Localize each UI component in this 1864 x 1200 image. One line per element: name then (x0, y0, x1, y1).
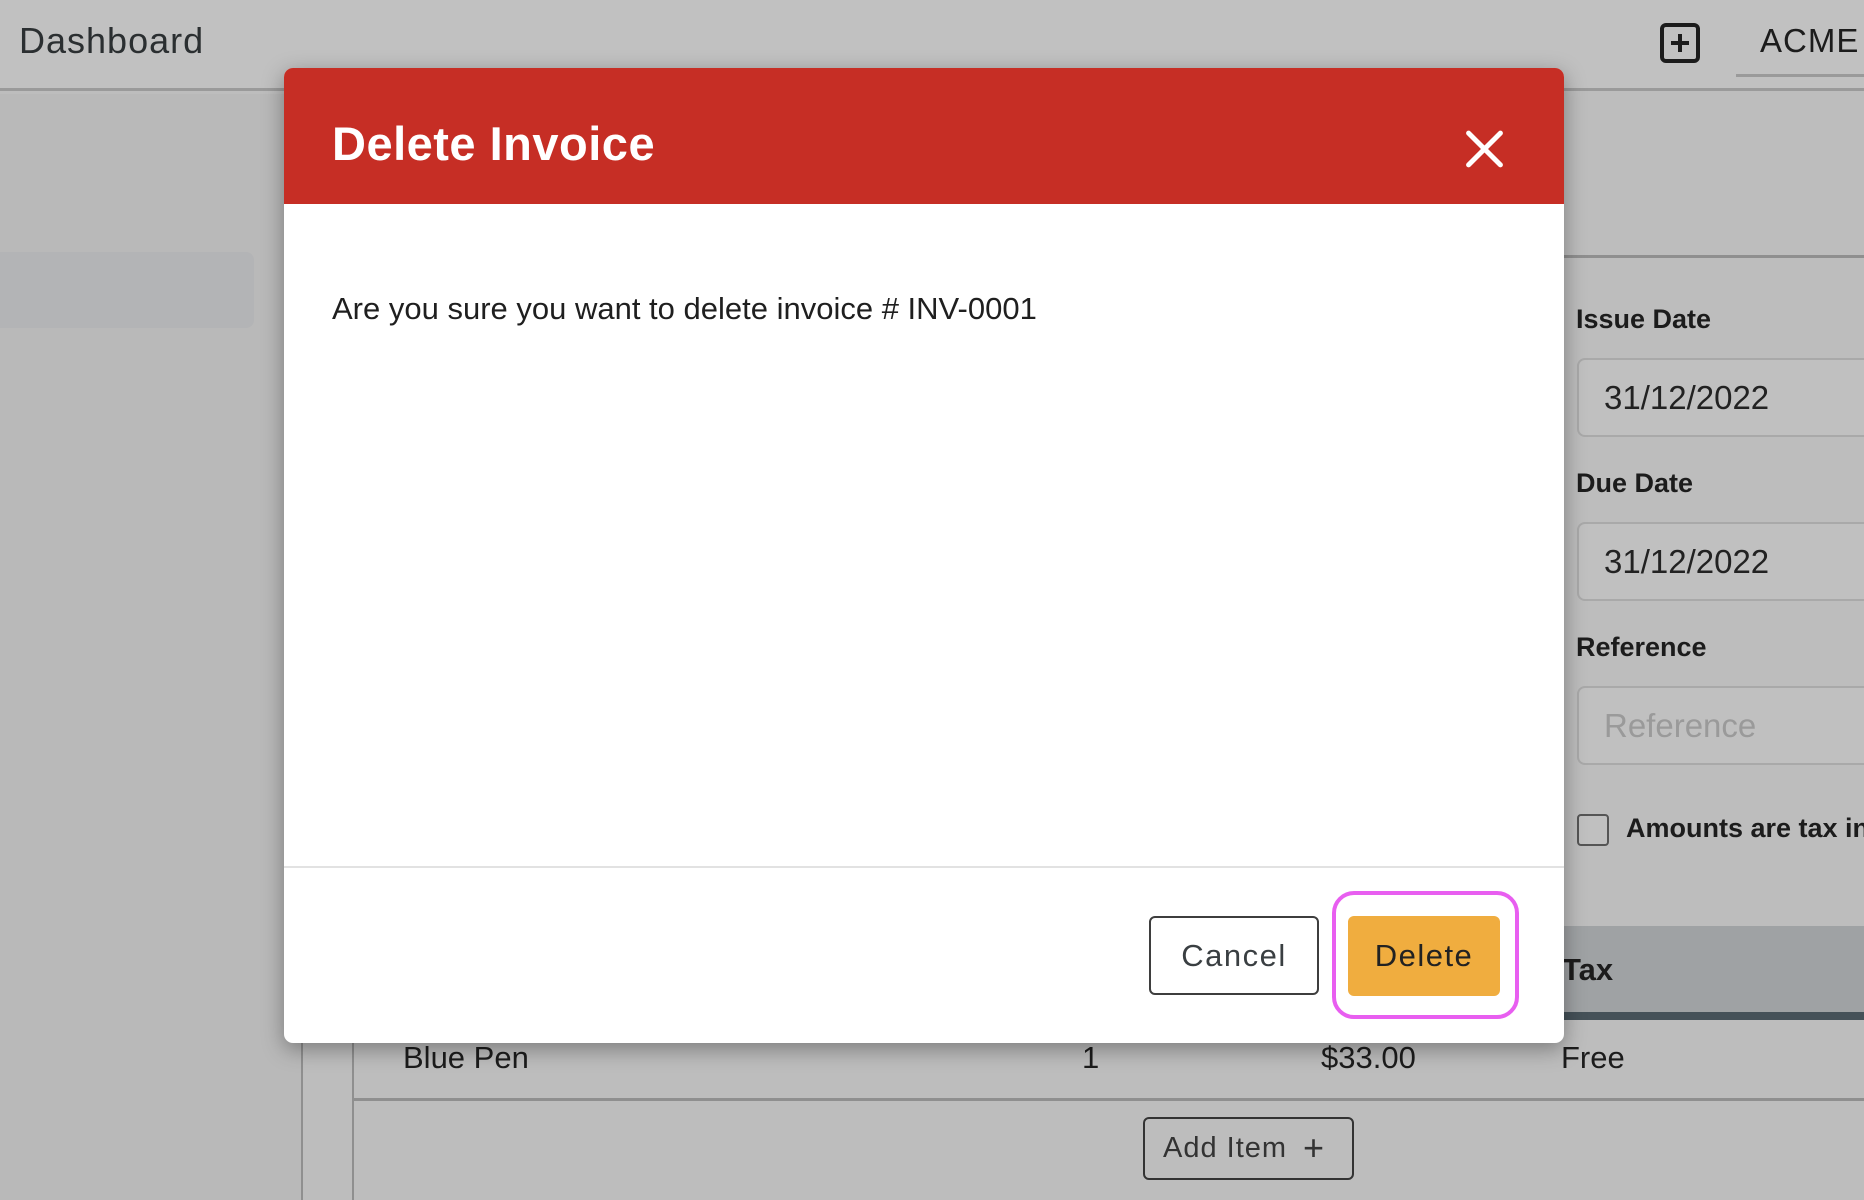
sidebar-item-active[interactable] (0, 252, 254, 328)
delete-invoice-dialog: Delete Invoice Are you sure you want to … (284, 68, 1564, 1043)
content-border (352, 1040, 354, 1200)
issue-date-label: Issue Date (1576, 304, 1712, 334)
issue-date-input[interactable]: 31/12/2022 (1577, 358, 1864, 437)
dialog-header: Delete Invoice (284, 68, 1564, 204)
add-item-label: Add Item (1163, 1132, 1288, 1164)
add-item-button[interactable]: Add Item + (1143, 1117, 1354, 1180)
table-cell-item: Blue Pen (403, 1040, 529, 1075)
table-row-divider (354, 1098, 1864, 1101)
column-header-tax: Tax (1562, 952, 1614, 987)
reference-input[interactable]: Reference (1577, 686, 1864, 765)
tax-inclusive-label: Amounts are tax inc (1626, 813, 1864, 843)
dialog-message: Are you sure you want to delete invoice … (332, 291, 1037, 326)
table-cell-price: $33.00 (1321, 1040, 1416, 1075)
plus-square-icon[interactable] (1660, 23, 1700, 63)
reference-label: Reference (1576, 632, 1707, 662)
plus-icon: + (1303, 1127, 1326, 1168)
organization-underline (1736, 74, 1864, 77)
delete-button[interactable]: Delete (1348, 916, 1500, 996)
sidebar (0, 94, 303, 1200)
due-date-input[interactable]: 31/12/2022 (1577, 522, 1864, 601)
close-icon[interactable] (1460, 123, 1510, 173)
page-title: Dashboard (19, 20, 205, 61)
dialog-footer-divider (284, 866, 1564, 868)
table-cell-tax: Free (1561, 1040, 1625, 1075)
table-cell-quantity: 1 (1082, 1040, 1100, 1075)
cancel-button[interactable]: Cancel (1149, 916, 1319, 995)
organization-switcher[interactable]: ACME (1760, 22, 1859, 60)
dialog-title: Delete Invoice (332, 117, 656, 170)
panel-divider (1564, 255, 1864, 258)
tax-inclusive-checkbox[interactable] (1577, 814, 1609, 846)
due-date-label: Due Date (1576, 468, 1694, 498)
